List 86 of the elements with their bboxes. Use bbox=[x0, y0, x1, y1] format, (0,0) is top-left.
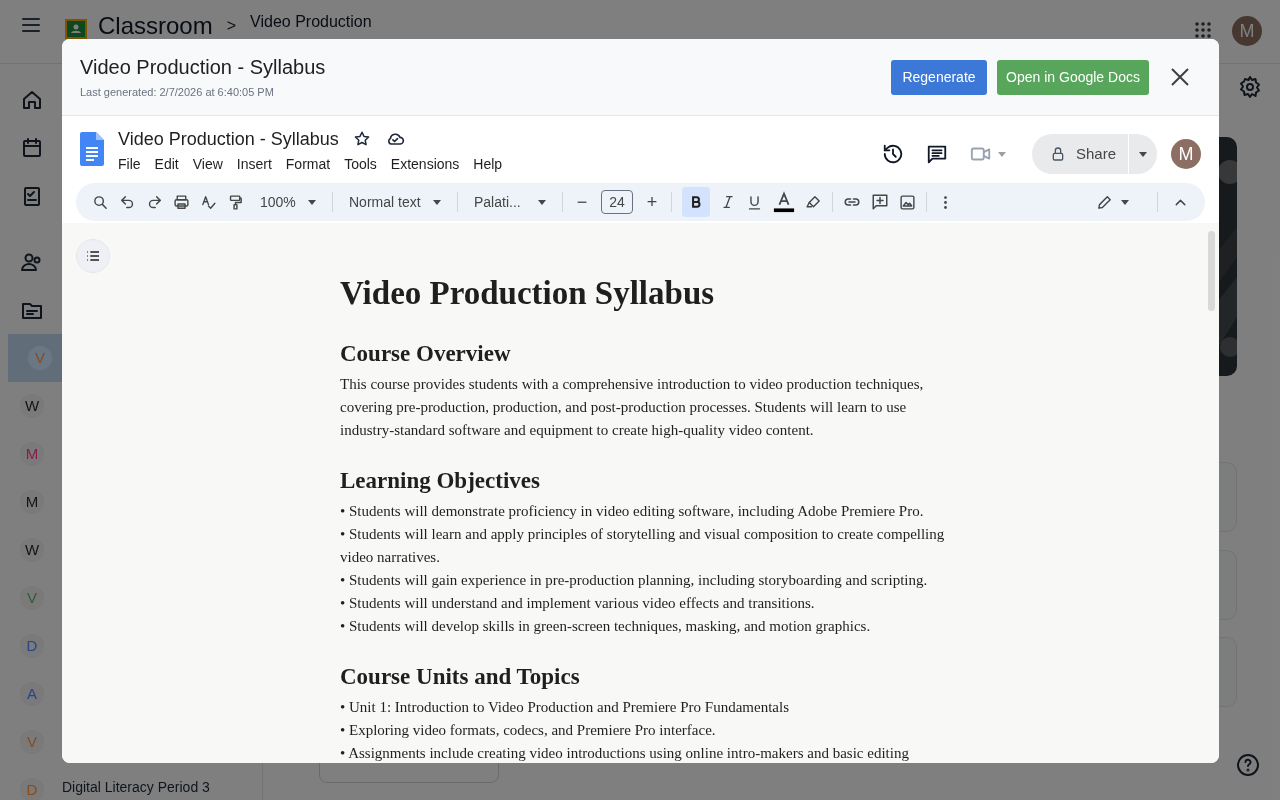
document-heading: Video Production Syllabus bbox=[340, 274, 716, 313]
menu-item[interactable]: Edit bbox=[154, 154, 179, 175]
increase-size-button[interactable]: + bbox=[643, 188, 661, 216]
class-initial: D bbox=[20, 778, 44, 800]
decrease-size-button[interactable]: − bbox=[573, 188, 591, 216]
close-button[interactable] bbox=[1169, 66, 1191, 88]
menu-item[interactable]: Insert bbox=[236, 154, 272, 175]
class-title: Digital Literacy Period 3 bbox=[62, 779, 210, 795]
bold-icon bbox=[689, 195, 703, 209]
share-button[interactable]: Share bbox=[1031, 134, 1157, 174]
bullet-item: • Students will develop skills in green-screen techniques, masking, and motion graphics. bbox=[340, 617, 872, 636]
redo-icon[interactable] bbox=[146, 193, 163, 211]
style-dropdown[interactable]: Normal text bbox=[343, 188, 447, 216]
spellcheck-icon[interactable] bbox=[200, 193, 217, 211]
bullet-item: • Students will learn and apply principles of storytelling and visual composition to create compelling video narratives. bbox=[340, 525, 946, 567]
close-icon bbox=[1170, 67, 1190, 87]
font-dropdown[interactable]: Palati... bbox=[468, 188, 552, 216]
section-heading: Course Overview bbox=[340, 340, 512, 368]
comments-icon[interactable] bbox=[925, 143, 948, 165]
pencil-icon[interactable] bbox=[1096, 193, 1113, 211]
menu-item[interactable]: File bbox=[118, 154, 141, 175]
bullet-item: • Unit 1: Introduction to Video Production and Premiere Pro Fundamentals bbox=[340, 698, 790, 717]
underline-icon[interactable] bbox=[746, 193, 763, 211]
class-initial: W bbox=[20, 538, 44, 562]
help-icon[interactable] bbox=[1236, 753, 1260, 777]
paragraph: This course provides students with a comprehensive introduction to video production techniques, covering pre-production, production, and post-production processes. Students will learn to use industry-standard software and equipment to create high-quality video content. bbox=[340, 375, 925, 440]
section-heading: Course Units and Topics bbox=[340, 663, 581, 691]
course-title[interactable]: Video Production bbox=[250, 13, 372, 31]
bullet-item: • Exploring video formats, codecs, and Premiere Pro interface. bbox=[340, 721, 717, 740]
print-icon[interactable] bbox=[173, 193, 190, 211]
modal-title: Video Production - Syllabus bbox=[80, 54, 327, 80]
menu-item[interactable]: Extensions bbox=[390, 154, 460, 175]
section-heading: Learning Objectives bbox=[340, 467, 541, 495]
undo-icon[interactable] bbox=[119, 193, 136, 211]
history-icon[interactable] bbox=[881, 143, 904, 165]
calendar-icon[interactable] bbox=[20, 136, 44, 160]
menu-item[interactable]: View bbox=[192, 154, 223, 175]
bullet-item: • Students will understand and implement various video effects and transitions. bbox=[340, 594, 816, 613]
scrollbar-thumb[interactable] bbox=[1208, 231, 1215, 311]
settings-icon[interactable] bbox=[1238, 75, 1262, 99]
list-icon bbox=[85, 248, 101, 264]
bullet-item: • Students will demonstrate proficiency in video editing software, including Adobe Premiere Pro. bbox=[340, 502, 925, 521]
class-item[interactable]: W bbox=[0, 382, 262, 430]
share-label: Share bbox=[1075, 143, 1116, 164]
class-initial: D bbox=[20, 634, 44, 658]
caret-icon bbox=[538, 199, 546, 205]
bullet-item: • Students will gain experience in pre-production planning, including storyboarding and scripting. bbox=[340, 571, 929, 590]
menu-item[interactable]: Format bbox=[285, 154, 331, 175]
class-initial: V bbox=[20, 586, 44, 610]
class-initial: M bbox=[20, 490, 44, 514]
classroom-logo-icon[interactable] bbox=[64, 17, 88, 39]
last-generated-text: Last generated: 2/7/2026 at 6:40:05 PM bbox=[80, 84, 275, 100]
caret-icon[interactable] bbox=[1121, 199, 1129, 205]
class-item[interactable]: M bbox=[0, 478, 262, 526]
apps-grid-icon[interactable] bbox=[1194, 21, 1212, 39]
document-title[interactable]: Video Production - Syllabus bbox=[118, 128, 339, 150]
caret-icon[interactable] bbox=[1139, 151, 1147, 157]
add-comment-icon[interactable] bbox=[871, 193, 889, 211]
star-icon[interactable] bbox=[352, 130, 371, 148]
menu-item[interactable]: Help bbox=[473, 154, 503, 175]
font-size-field[interactable]: 24 bbox=[601, 190, 633, 214]
class-initial: W bbox=[20, 394, 44, 418]
text-color-icon[interactable] bbox=[773, 191, 795, 213]
class-initial: M bbox=[20, 442, 44, 466]
search-icon[interactable] bbox=[92, 193, 109, 211]
app-name[interactable]: Classroom bbox=[98, 13, 213, 38]
bullet-item: • Assignments include creating video introductions using online intro-makers and basic editing bbox=[340, 744, 910, 763]
breadcrumb-separator: > bbox=[226, 17, 237, 35]
caret-icon bbox=[433, 199, 441, 205]
class-item[interactable]: D Digital Literacy Period 3 bbox=[0, 766, 262, 800]
regenerate-button[interactable]: Regenerate bbox=[891, 59, 987, 95]
image-icon[interactable] bbox=[899, 193, 916, 211]
paint-format-icon[interactable] bbox=[227, 193, 244, 211]
menu-item[interactable]: Tools bbox=[344, 154, 377, 175]
account-avatar[interactable]: M bbox=[1171, 139, 1201, 169]
docs-icon[interactable] bbox=[80, 132, 104, 166]
class-initial: V bbox=[28, 346, 52, 370]
home-icon[interactable] bbox=[20, 88, 44, 112]
caret-icon bbox=[308, 199, 316, 205]
zoom-dropdown[interactable]: 100% bbox=[254, 188, 322, 216]
class-item[interactable]: W bbox=[0, 526, 262, 574]
class-initial: V bbox=[20, 730, 44, 754]
outline-button[interactable] bbox=[76, 239, 110, 273]
class-initial: A bbox=[20, 682, 44, 706]
italic-icon[interactable] bbox=[720, 194, 736, 210]
bold-button[interactable] bbox=[682, 187, 710, 217]
